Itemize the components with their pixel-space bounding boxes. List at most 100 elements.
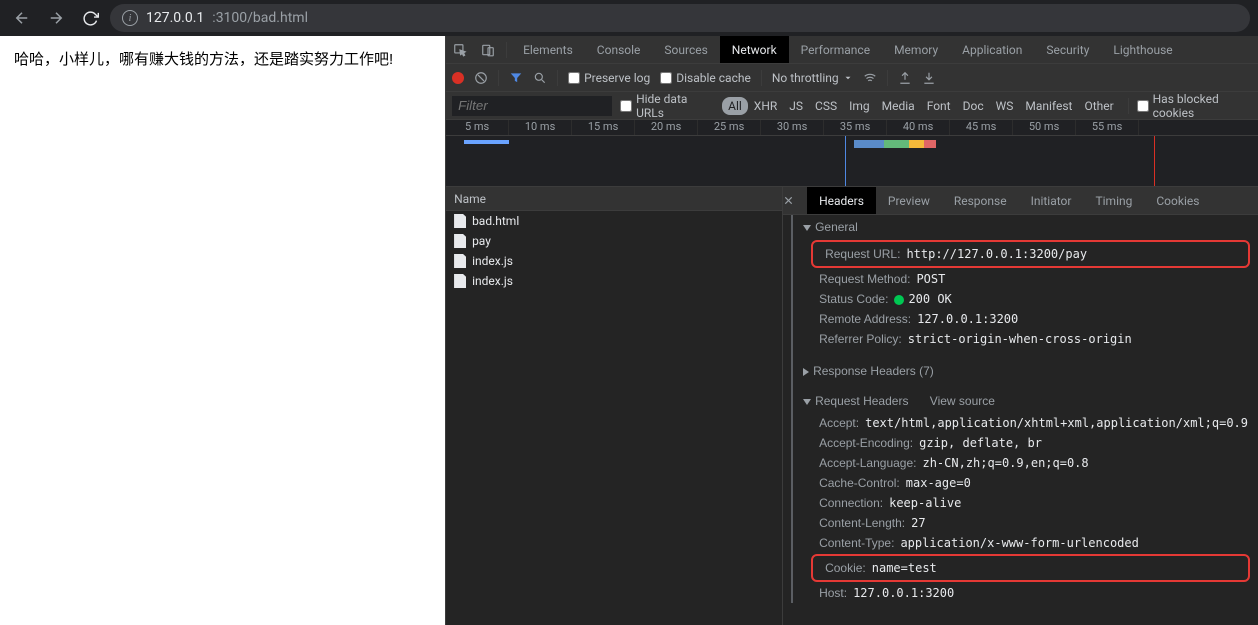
- tab-lighthouse[interactable]: Lighthouse: [1101, 36, 1184, 63]
- filter-type-manifest[interactable]: Manifest: [1019, 97, 1078, 115]
- filter-type-other[interactable]: Other: [1078, 97, 1119, 115]
- value: POST: [916, 272, 945, 286]
- details-tab-preview[interactable]: Preview: [876, 187, 942, 214]
- label: Remote Address:: [819, 312, 911, 326]
- value: 27: [911, 516, 925, 530]
- tab-performance[interactable]: Performance: [789, 36, 882, 63]
- details-tab-initiator[interactable]: Initiator: [1019, 187, 1084, 214]
- section-request-headers[interactable]: Request Headers View source: [793, 389, 1258, 413]
- timeline-tick: 30 ms: [761, 120, 824, 135]
- tab-memory[interactable]: Memory: [882, 36, 950, 63]
- request-details: HeadersPreviewResponseInitiatorTimingCoo…: [783, 187, 1258, 625]
- filter-type-xhr[interactable]: XHR: [748, 97, 783, 115]
- value: strict-origin-when-cross-origin: [908, 332, 1132, 346]
- filter-type-media[interactable]: Media: [876, 97, 921, 115]
- search-button[interactable]: [533, 71, 547, 85]
- caret-down-icon: [803, 399, 811, 405]
- request-row[interactable]: bad.html: [446, 211, 782, 231]
- value: zh-CN,zh;q=0.9,en;q=0.8: [922, 456, 1088, 470]
- details-body[interactable]: General Request URL:http://127.0.0.1:320…: [783, 215, 1258, 625]
- label: Content-Length:: [819, 516, 905, 530]
- inspect-icon: [453, 43, 467, 57]
- url-input[interactable]: i 127.0.0.1:3100/bad.html: [110, 4, 1250, 32]
- filter-type-ws[interactable]: WS: [990, 97, 1020, 115]
- details-tab-cookies[interactable]: Cookies: [1144, 187, 1211, 214]
- request-name: bad.html: [472, 214, 519, 228]
- file-icon: [454, 214, 466, 228]
- network-timeline[interactable]: 5 ms10 ms15 ms20 ms25 ms30 ms35 ms40 ms4…: [446, 120, 1258, 187]
- record-button[interactable]: [452, 72, 464, 84]
- waterfall-segment: [909, 140, 924, 148]
- header-row: Content-Length: 27: [793, 513, 1258, 533]
- info-icon[interactable]: i: [122, 10, 138, 26]
- timeline-tick: 10 ms: [509, 120, 572, 135]
- filter-type-doc[interactable]: Doc: [957, 97, 990, 115]
- value: keep-alive: [889, 496, 961, 510]
- network-toolbar: Preserve log Disable cache No throttling: [446, 64, 1258, 92]
- tab-console[interactable]: Console: [585, 36, 653, 63]
- view-source-link[interactable]: View source: [930, 394, 995, 408]
- request-row[interactable]: index.js: [446, 271, 782, 291]
- devtools-tabs: ElementsConsoleSourcesNetworkPerformance…: [446, 36, 1258, 64]
- timeline-tick: 25 ms: [698, 120, 761, 135]
- file-icon: [454, 254, 466, 268]
- filter-toggle[interactable]: [509, 71, 523, 85]
- request-row[interactable]: index.js: [446, 251, 782, 271]
- clear-button[interactable]: [474, 71, 488, 85]
- download-icon: [922, 71, 936, 85]
- upload-icon: [898, 71, 912, 85]
- tab-network[interactable]: Network: [720, 36, 789, 63]
- details-tab-response[interactable]: Response: [942, 187, 1019, 214]
- disable-cache-checkbox[interactable]: Disable cache: [660, 71, 751, 85]
- close-details-button[interactable]: [783, 195, 807, 206]
- forward-button[interactable]: [42, 4, 70, 32]
- label: Content-Type:: [819, 536, 894, 550]
- throttling-select[interactable]: No throttling: [772, 71, 853, 85]
- filter-type-all[interactable]: All: [722, 97, 748, 115]
- waterfall-segment: [884, 140, 909, 148]
- value: application/x-www-form-urlencoded: [900, 536, 1138, 550]
- label: Request Method:: [819, 272, 910, 286]
- request-name: index.js: [472, 274, 513, 288]
- network-conditions-button[interactable]: [863, 71, 877, 85]
- preserve-log-checkbox[interactable]: Preserve log: [568, 71, 650, 85]
- request-name: index.js: [472, 254, 513, 268]
- has-blocked-cookies-checkbox[interactable]: Has blocked cookies: [1137, 92, 1258, 120]
- tab-application[interactable]: Application: [950, 36, 1034, 63]
- request-row[interactable]: pay: [446, 231, 782, 251]
- tab-security[interactable]: Security: [1034, 36, 1101, 63]
- label: Host:: [819, 586, 847, 600]
- highlight-request-url: Request URL:http://127.0.0.1:3200/pay: [811, 240, 1250, 268]
- url-host: 127.0.0.1: [146, 10, 204, 26]
- filter-type-font[interactable]: Font: [921, 97, 957, 115]
- caret-right-icon: [803, 368, 809, 376]
- wifi-icon: [863, 71, 877, 85]
- section-response-headers[interactable]: Response Headers (7): [793, 359, 1258, 383]
- reload-icon: [82, 10, 99, 27]
- back-button[interactable]: [8, 4, 36, 32]
- header-row: Cache-Control:max-age=0: [793, 473, 1258, 493]
- details-tab-timing[interactable]: Timing: [1083, 187, 1144, 214]
- device-toggle-button[interactable]: [474, 36, 502, 64]
- value: gzip, deflate, br: [919, 436, 1042, 450]
- filter-type-img[interactable]: Img: [843, 97, 876, 115]
- details-tab-headers[interactable]: Headers: [807, 187, 876, 214]
- import-har-button[interactable]: [898, 71, 912, 85]
- header-row: Accept:text/html,application/xhtml+xml,a…: [793, 413, 1258, 433]
- filter-input[interactable]: [452, 96, 612, 116]
- export-har-button[interactable]: [922, 71, 936, 85]
- value: text/html,application/xhtml+xml,applicat…: [865, 416, 1248, 430]
- tab-sources[interactable]: Sources: [652, 36, 719, 63]
- value: max-age=0: [906, 476, 971, 490]
- filter-type-css[interactable]: CSS: [809, 97, 843, 115]
- inspect-element-button[interactable]: [446, 36, 474, 64]
- request-list-header[interactable]: Name: [446, 187, 782, 211]
- value: 127.0.0.1:3200: [853, 586, 954, 600]
- hide-data-urls-checkbox[interactable]: Hide data URLs: [620, 92, 714, 120]
- tab-elements[interactable]: Elements: [511, 36, 585, 63]
- section-general[interactable]: General: [793, 215, 1258, 239]
- timeline-tick: 50 ms: [1013, 120, 1076, 135]
- filter-type-js[interactable]: JS: [783, 97, 809, 115]
- reload-button[interactable]: [76, 4, 104, 32]
- arrow-left-icon: [13, 9, 31, 27]
